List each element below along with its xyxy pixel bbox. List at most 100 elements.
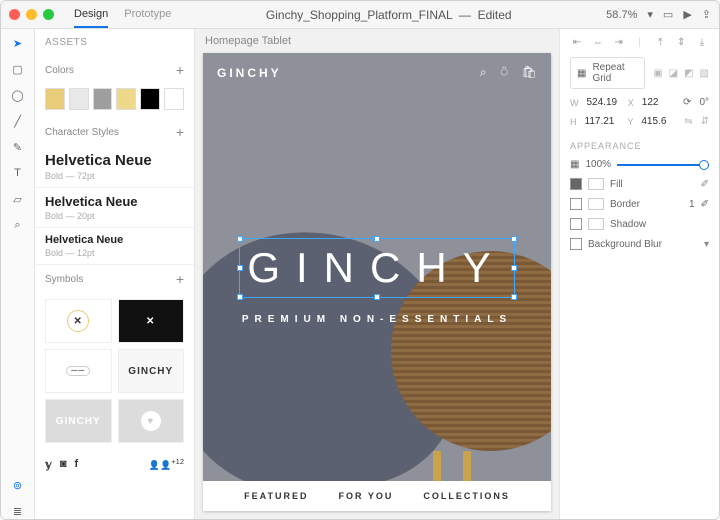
swatch[interactable] [45, 88, 65, 110]
opacity-slider[interactable] [617, 164, 709, 166]
align-vcenter-icon[interactable]: ⇕ [674, 35, 688, 49]
border-width-field[interactable]: 1 [689, 199, 695, 210]
align-hcenter-icon[interactable]: ⇔ [591, 35, 605, 49]
resize-handle[interactable] [511, 265, 517, 271]
swatch[interactable] [93, 88, 113, 110]
align-left-icon[interactable]: ⇤ [570, 35, 584, 49]
layers-panel-icon[interactable]: ≣ [10, 503, 26, 519]
zoom-chevron-icon[interactable]: ▾ [647, 8, 653, 21]
search-icon[interactable]: ⌕ [480, 65, 487, 80]
account-icon[interactable]: ⍥ [501, 65, 508, 80]
symbol-item[interactable]: —— [45, 349, 112, 393]
symbol-item[interactable]: ✕ [118, 299, 185, 343]
hero-title-text[interactable]: GINCHY [241, 240, 512, 296]
artboard-tool-icon[interactable]: ▱ [10, 191, 26, 207]
assets-header: ASSETS [35, 29, 194, 56]
resize-handle[interactable] [511, 294, 517, 300]
char-style-item[interactable]: Helvetica Neue Bold — 72pt [35, 146, 194, 188]
device-preview-icon[interactable]: ▭ [663, 8, 673, 21]
zoom-tool-icon[interactable]: ⌕ [10, 217, 26, 233]
close-window-icon[interactable] [9, 9, 20, 20]
bool-exclude-icon[interactable]: ▨ [700, 68, 709, 79]
select-tool-icon[interactable]: ➤ [10, 35, 26, 51]
add-color-icon[interactable]: + [176, 62, 184, 78]
fill-swatch[interactable] [588, 178, 604, 190]
height-field[interactable]: 117.21 [585, 116, 620, 127]
properties-panel: ⇤ ⇔ ⇥ | ⤒ ⇕ ⤓ ▦ Repeat Grid ▣ ◪ ◩ ▨ [559, 29, 719, 519]
symbols-label: Symbols [45, 274, 83, 285]
width-field[interactable]: 524.19 [587, 97, 620, 108]
zoom-level[interactable]: 58.7% [606, 9, 637, 21]
border-swatch[interactable] [588, 198, 604, 210]
rotation-field[interactable]: 0° [699, 97, 709, 108]
shadow-checkbox[interactable] [570, 218, 582, 230]
assets-panel-icon[interactable]: ⊚ [10, 477, 26, 493]
resize-handle[interactable] [511, 236, 517, 242]
char-style-item[interactable]: Helvetica Neue Bold — 12pt [35, 228, 194, 265]
align-right-icon[interactable]: ⇥ [612, 35, 626, 49]
text-tool-icon[interactable]: T [10, 165, 26, 181]
resize-handle[interactable] [237, 236, 243, 242]
y-field[interactable]: 415.6 [641, 116, 676, 127]
swatch[interactable] [116, 88, 136, 110]
document-title: Ginchy_Shopping_Platform_FINAL — Edited [177, 8, 600, 22]
minimize-window-icon[interactable] [26, 9, 37, 20]
border-checkbox[interactable] [570, 198, 582, 210]
opacity-value[interactable]: 100% [585, 159, 611, 170]
zoom-window-icon[interactable] [43, 9, 54, 20]
symbol-item[interactable]: ✕ [45, 299, 112, 343]
swatch[interactable] [164, 88, 184, 110]
swatch[interactable] [140, 88, 160, 110]
align-top-icon[interactable]: ⤒ [653, 35, 667, 49]
pen-tool-icon[interactable]: ✎ [10, 139, 26, 155]
bool-subtract-icon[interactable]: ◪ [669, 68, 678, 79]
blur-checkbox[interactable] [570, 238, 582, 250]
char-style-item[interactable]: Helvetica Neue Bold — 20pt [35, 188, 194, 228]
canvas[interactable]: Homepage Tablet GINCHY ⌕ ⍥ 🛍 GINCHY [195, 29, 559, 519]
shadow-swatch[interactable] [588, 218, 604, 230]
instagram-icon[interactable]: ◙ [60, 458, 67, 470]
twitter-icon[interactable]: 𝕪 [45, 458, 52, 471]
swatch[interactable] [69, 88, 89, 110]
hero-subtitle[interactable]: PREMIUM NON-ESSENTIALS [242, 314, 512, 325]
facebook-icon[interactable]: f [75, 458, 79, 470]
bool-intersect-icon[interactable]: ◩ [684, 68, 693, 79]
resize-handle[interactable] [374, 294, 380, 300]
symbol-item[interactable]: GINCHY [118, 349, 185, 393]
line-tool-icon[interactable]: ╱ [10, 113, 26, 129]
rotation-icon[interactable]: ⟳ [683, 97, 691, 108]
ellipse-tool-icon[interactable]: ◯ [10, 87, 26, 103]
nav-featured[interactable]: FEATURED [244, 491, 308, 501]
align-bottom-icon[interactable]: ⤓ [695, 35, 709, 49]
flip-v-icon[interactable]: ⇵ [701, 116, 709, 127]
add-style-icon[interactable]: + [176, 124, 184, 140]
window-controls [9, 9, 54, 20]
resize-handle[interactable] [237, 265, 243, 271]
bool-add-icon[interactable]: ▣ [653, 68, 662, 79]
tab-design[interactable]: Design [74, 2, 108, 28]
nav-for-you[interactable]: FOR YOU [339, 491, 394, 501]
share-icon[interactable]: ⇪ [702, 8, 711, 21]
resize-handle[interactable] [374, 236, 380, 242]
resize-handle[interactable] [237, 294, 243, 300]
avatars-icon[interactable]: 👤👤+12 [149, 457, 184, 471]
tab-prototype[interactable]: Prototype [124, 2, 171, 28]
repeat-grid-button[interactable]: ▦ Repeat Grid [570, 57, 645, 89]
symbol-item[interactable]: GINCHY [45, 399, 112, 443]
eyedropper-icon[interactable]: ✐ [701, 199, 709, 210]
x-field[interactable]: 122 [642, 97, 675, 108]
artboard-label[interactable]: Homepage Tablet [195, 29, 559, 53]
nav-collections[interactable]: COLLECTIONS [423, 491, 510, 501]
play-icon[interactable]: ▶ [683, 8, 691, 21]
brand-logo[interactable]: GINCHY [217, 66, 282, 80]
symbol-item[interactable]: ♥ [118, 399, 185, 443]
add-symbol-icon[interactable]: + [176, 271, 184, 287]
rectangle-tool-icon[interactable]: ▢ [10, 61, 26, 77]
artboard[interactable]: GINCHY ⌕ ⍥ 🛍 GINCHY [203, 53, 551, 511]
chevron-down-icon[interactable]: ▾ [704, 239, 709, 250]
bag-icon[interactable]: 🛍 [522, 65, 537, 80]
fill-checkbox[interactable] [570, 178, 582, 190]
slider-thumb[interactable] [699, 160, 709, 170]
flip-h-icon[interactable]: ⇋ [684, 116, 692, 127]
eyedropper-icon[interactable]: ✐ [701, 179, 709, 190]
